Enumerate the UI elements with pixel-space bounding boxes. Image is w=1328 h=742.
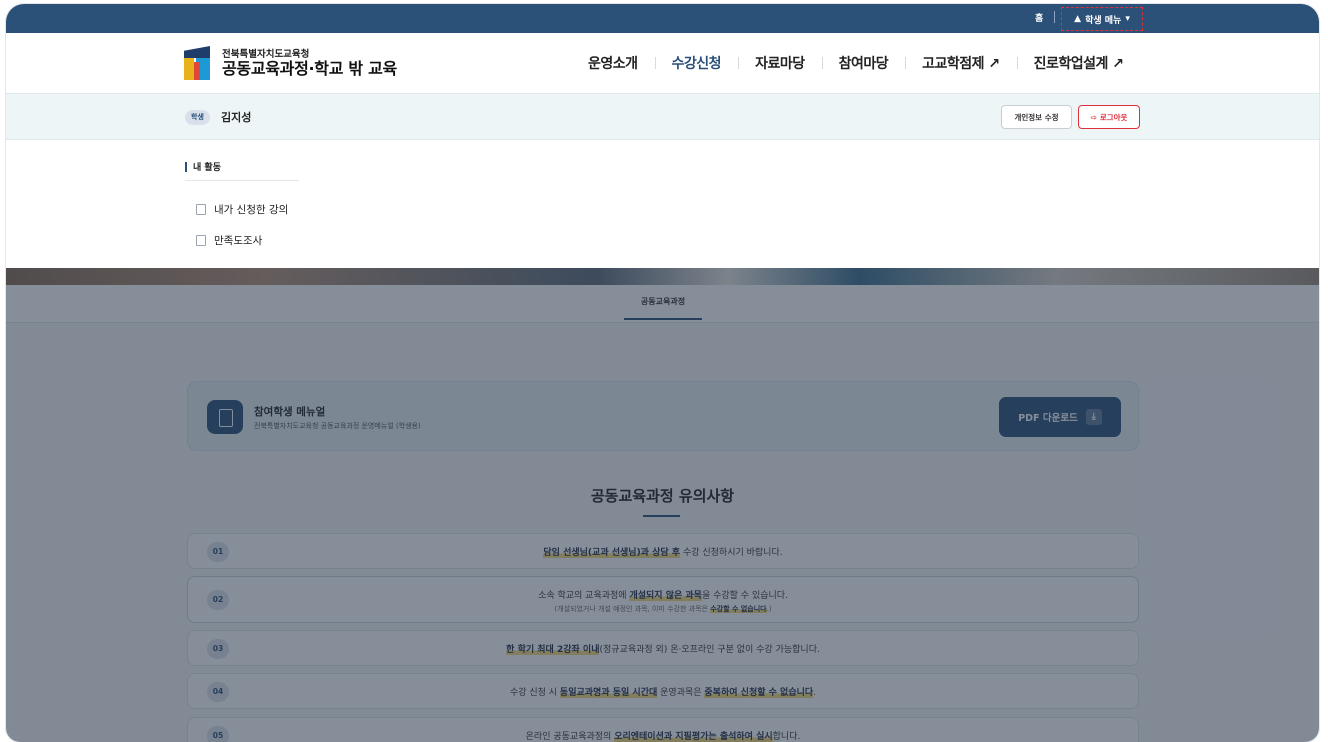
notice-number: 03 [207, 639, 229, 659]
tab-joint-curriculum[interactable]: 공동교육과정 [624, 296, 702, 307]
logout-label: 로그아웃 [1099, 112, 1128, 122]
divider [1054, 11, 1055, 23]
menu-item-label: 만족도조사 [214, 235, 263, 247]
site-logo[interactable]: 전북특별자치도교육청 공동교육과정·학교 밖 교육 [184, 46, 397, 80]
nav-item-community[interactable]: 참여마당 [821, 53, 906, 73]
logo-icon [184, 46, 216, 80]
menu-item-my-courses[interactable]: 내가 신청한 강의 [196, 202, 288, 217]
title-bar-accent [185, 161, 187, 172]
notice-row[interactable]: 05 온라인 공동교육과정의 오리엔테이션과 지필평가는 출석하여 실시합니다. [187, 717, 1139, 742]
nav-item-about[interactable]: 운영소개 [571, 53, 655, 73]
nav-item-resources[interactable]: 자료마당 [738, 53, 822, 73]
notice-number: 04 [207, 682, 229, 702]
student-menu-dropdown: 내 활동 내가 신청한 강의 만족도조사 [6, 140, 1319, 268]
student-menu-button[interactable]: ▲ 학생 메뉴 ▾ [1061, 7, 1143, 31]
notice-row[interactable]: 02 소속 학교의 교육과정에 개설되지 않은 과목을 수강할 수 있습니다. … [187, 576, 1139, 623]
hero-image [6, 268, 1319, 285]
pdf-download-button[interactable]: PDF 다운로드 ⤓ [999, 397, 1121, 437]
notice-number: 02 [207, 590, 229, 610]
notice-number: 05 [207, 726, 229, 742]
profile-bar: 학생 김지성 개인정보 수정 ⇨ 로그아웃 [6, 93, 1319, 140]
divider [185, 180, 299, 181]
manual-title: 참여학생 메뉴얼 [254, 406, 326, 418]
download-icon: ⤓ [1085, 409, 1102, 425]
book-icon [207, 400, 243, 434]
menu-item-label: 내가 신청한 강의 [214, 204, 289, 216]
notice-text: 담임 선생님(교과 선생님)과 상담 후 수강 신청하시기 바랍니다. [543, 548, 783, 558]
logout-button[interactable]: ⇨ 로그아웃 [1078, 105, 1140, 129]
tab-active-indicator [624, 318, 702, 320]
notice-text: 수강 신청 시 동일교과명과 동일 시간대 운영과목은 중복하여 신청할 수 없… [509, 688, 817, 698]
notice-title: 공동교육과정 유의사항 [590, 487, 735, 505]
nav-item-credit-system[interactable]: 고교학점제 ↗ [905, 53, 1017, 73]
clipboard-icon [196, 235, 206, 246]
section-title: 내 활동 [185, 160, 221, 173]
pdf-download-label: PDF 다운로드 [1018, 413, 1078, 424]
user-icon: ▲ [1074, 14, 1082, 24]
browser-viewport: 공동교육과정 참여학생 메뉴얼 전북특별자치도교육청 공동교육과정 운영메뉴얼 … [6, 4, 1319, 742]
notice-number: 01 [207, 542, 229, 562]
notice-text: 한 학기 최대 2강좌 이내(정규교육과정 외) 온·오프라인 구분 없이 수강… [506, 645, 820, 655]
bookmark-icon [196, 204, 206, 215]
notice-row[interactable]: 04 수강 신청 시 동일교과명과 동일 시간대 운영과목은 중복하여 신청할 … [187, 673, 1139, 709]
notice-text: 소속 학교의 교육과정에 개설되지 않은 과목을 수강할 수 있습니다. [538, 591, 788, 601]
manual-card: 참여학생 메뉴얼 전북특별자치도교육청 공동교육과정 운영메뉴얼 (학생용) P… [187, 381, 1139, 451]
main-header: 전북특별자치도교육청 공동교육과정·학교 밖 교육 운영소개 수강신청 자료마당… [6, 33, 1319, 93]
nav-item-career-design[interactable]: 진로학업설계 ↗ [1016, 53, 1141, 73]
logo-subtitle: 전북특별자치도교육청 [222, 48, 310, 60]
user-name: 김지성 [221, 111, 252, 124]
student-menu-label: 학생 메뉴 [1085, 15, 1122, 26]
role-badge: 학생 [185, 110, 210, 125]
utility-bar: 홈 ▲ 학생 메뉴 ▾ [6, 4, 1319, 33]
page-content: 공동교육과정 참여학생 메뉴얼 전북특별자치도교육청 공동교육과정 운영메뉴얼 … [6, 268, 1319, 742]
notice-divider [643, 515, 680, 517]
notice-subtext: (개설되었거나 개설 예정인 과목, 이미 수강한 과목은 수강할 수 없습니다… [554, 605, 772, 613]
logo-title: 공동교육과정·학교 밖 교육 [222, 58, 397, 78]
home-link[interactable]: 홈 [1035, 11, 1043, 24]
notice-row[interactable]: 03 한 학기 최대 2강좌 이내(정규교육과정 외) 온·오프라인 구분 없이… [187, 630, 1139, 666]
notice-row[interactable]: 01 담임 선생님(교과 선생님)과 상담 후 수강 신청하시기 바랍니다. [187, 533, 1139, 569]
edit-profile-button[interactable]: 개인정보 수정 [1001, 105, 1072, 129]
sub-tabs: 공동교육과정 [6, 285, 1319, 323]
chevron-down-icon: ▾ [1125, 14, 1130, 24]
nav-item-enrollment[interactable]: 수강신청 [654, 53, 739, 73]
manual-subtitle: 전북특별자치도교육청 공동교육과정 운영메뉴얼 (학생용) [254, 422, 421, 430]
notice-text: 온라인 공동교육과정의 오리엔테이션과 지필평가는 출석하여 실시합니다. [525, 732, 801, 742]
main-nav: 운영소개 수강신청 자료마당 참여마당 고교학점제 ↗ 진로학업설계 ↗ [571, 53, 1141, 73]
logout-icon: ⇨ [1090, 112, 1097, 122]
menu-item-survey[interactable]: 만족도조사 [196, 233, 262, 248]
